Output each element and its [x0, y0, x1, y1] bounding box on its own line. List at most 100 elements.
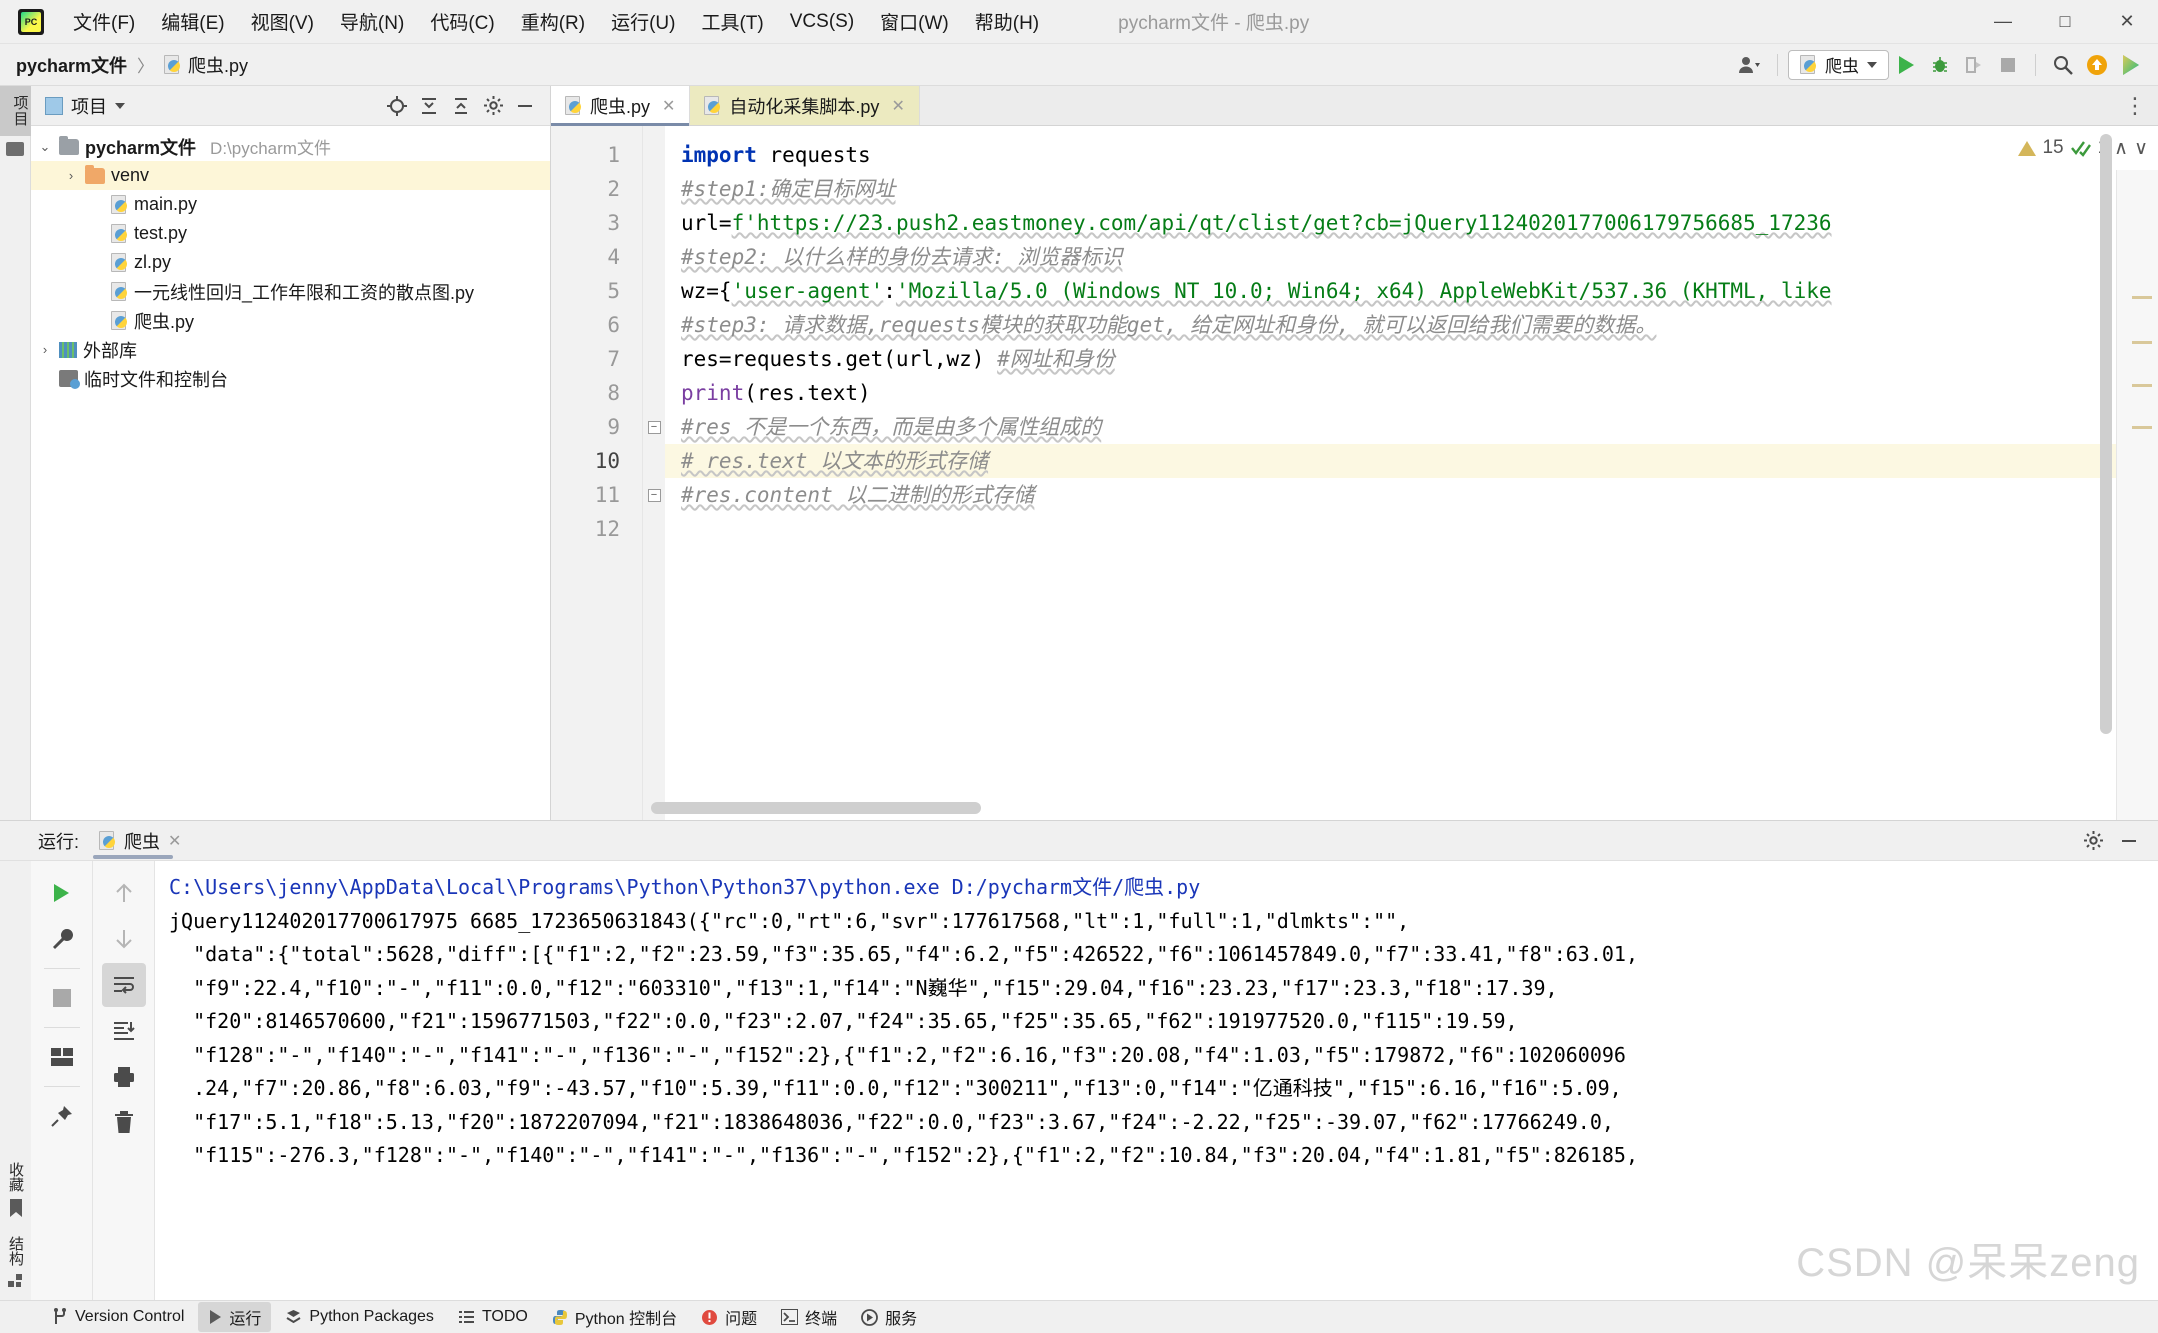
prev-problem-icon[interactable]: ∧: [2114, 137, 2128, 160]
chevron-icon[interactable]: ›: [63, 168, 79, 183]
gear-icon-run[interactable]: [2078, 826, 2108, 856]
chevron-icon[interactable]: ⌄: [37, 139, 53, 155]
status-bar-item-4[interactable]: TODO: [448, 1305, 538, 1329]
code-line[interactable]: #step2: 以什么样的身份去请求: 浏览器标识: [665, 240, 2116, 274]
run-session-tab[interactable]: 爬虫 ✕: [93, 821, 187, 861]
fold-marker-icon[interactable]: −: [647, 420, 661, 434]
menu-navigate[interactable]: 导航(N): [327, 4, 417, 39]
scroll-up-icon[interactable]: [102, 871, 146, 915]
inspection-widget[interactable]: 15 1 ∧ ∨: [2008, 126, 2158, 170]
code-line[interactable]: print(res.text): [665, 376, 2116, 410]
editor-markers-bar[interactable]: [2116, 126, 2158, 820]
breadcrumb-file[interactable]: 爬虫.py: [164, 52, 248, 78]
menu-vcs[interactable]: VCS(S): [777, 7, 867, 37]
rail-tab-structure[interactable]: 结构: [5, 1236, 26, 1266]
menu-view[interactable]: 视图(V): [238, 4, 327, 39]
account-icon[interactable]: [1733, 48, 1767, 82]
menu-file[interactable]: 文件(F): [60, 4, 148, 39]
rail-tab-project[interactable]: 项目: [0, 86, 31, 136]
run-configuration-selector[interactable]: 爬虫: [1788, 49, 1889, 80]
stop-icon-run[interactable]: [40, 976, 84, 1020]
close-button[interactable]: ✕: [2096, 0, 2158, 44]
menu-tools[interactable]: 工具(T): [688, 4, 776, 39]
menu-help[interactable]: 帮助(H): [962, 4, 1052, 39]
update-icon[interactable]: [2080, 48, 2114, 82]
debug-icon[interactable]: [1923, 48, 1957, 82]
line-number: 2: [607, 177, 620, 201]
chevron-down-icon[interactable]: [115, 102, 125, 109]
status-bar-item-2[interactable]: 运行: [198, 1302, 272, 1332]
pin-icon[interactable]: [40, 1094, 84, 1138]
menu-refactor[interactable]: 重构(R): [508, 4, 598, 39]
run-icon[interactable]: [1889, 48, 1923, 82]
editor-vertical-scrollbar[interactable]: [2100, 134, 2112, 734]
expand-all-icon[interactable]: [414, 91, 444, 121]
close-icon[interactable]: ✕: [891, 96, 904, 116]
menu-window[interactable]: 窗口(W): [867, 4, 962, 39]
rail-tab-favorites[interactable]: 收藏: [5, 1162, 26, 1192]
hide-run-panel-icon[interactable]: [2114, 826, 2144, 856]
tree-node[interactable]: › 外部库: [31, 335, 550, 364]
tree-node[interactable]: 爬虫.py: [31, 306, 550, 335]
fold-column[interactable]: − −: [643, 126, 665, 820]
minimize-button[interactable]: —: [1972, 0, 2034, 44]
layout-icon[interactable]: [40, 1035, 84, 1079]
code-line[interactable]: #step1:确定目标网址: [665, 172, 2116, 206]
tree-node[interactable]: › venv: [31, 161, 550, 190]
editor-tab-options-icon[interactable]: ⋮: [2124, 86, 2158, 125]
code-line[interactable]: #res 不是一个东西，而是由多个属性组成的: [665, 410, 2116, 444]
menu-edit[interactable]: 编辑(E): [148, 4, 237, 39]
menu-code[interactable]: 代码(C): [417, 4, 507, 39]
soft-wrap-icon[interactable]: [101, 963, 146, 1007]
scroll-to-end-icon[interactable]: [102, 1009, 146, 1053]
chevron-icon[interactable]: ›: [37, 342, 53, 357]
status-bar-item-7[interactable]: 终端: [771, 1302, 847, 1332]
menu-run[interactable]: 运行(U): [598, 4, 688, 39]
collapse-all-icon[interactable]: [446, 91, 476, 121]
search-icon[interactable]: [2046, 48, 2080, 82]
fold-marker-icon-2[interactable]: −: [647, 488, 661, 502]
status-bar-item-5[interactable]: Python 控制台: [542, 1302, 687, 1332]
rerun-icon[interactable]: [40, 871, 84, 915]
tree-node[interactable]: ⌄ pycharm文件 D:\pycharm文件: [31, 132, 550, 161]
editor-horizontal-scrollbar[interactable]: [651, 802, 981, 814]
maximize-button[interactable]: □: [2034, 0, 2096, 44]
python-file-icon: [111, 282, 128, 301]
code-lines[interactable]: import requests #step1:确定目标网址 url=f'https:…: [665, 126, 2116, 820]
status-bar-item-1[interactable]: Version Control: [42, 1305, 194, 1329]
status-bar-item-8[interactable]: 服务: [851, 1302, 927, 1332]
coverage-icon[interactable]: [1957, 48, 1991, 82]
console-output[interactable]: C:\Users\jenny\AppData\Local\Programs\Py…: [155, 861, 2158, 1300]
print-icon[interactable]: [102, 1055, 146, 1099]
code-line[interactable]: url=f'https://23.push2.eastmoney.com/api…: [665, 206, 2116, 240]
tree-node[interactable]: test.py: [31, 219, 550, 248]
tree-node[interactable]: main.py: [31, 190, 550, 219]
locate-icon[interactable]: [382, 91, 412, 121]
status-bar-item-3[interactable]: Python Packages: [275, 1305, 444, 1329]
status-bar-item-6[interactable]: 问题: [691, 1302, 767, 1332]
stop-icon[interactable]: [1991, 48, 2025, 82]
code-line[interactable]: #step3: 请求数据,requests模块的获取功能get, 给定网址和身份…: [665, 308, 2116, 342]
trash-icon[interactable]: [102, 1101, 146, 1145]
code-line[interactable]: res=requests.get(url,wz) #网址和身份: [665, 342, 2116, 376]
editor-tab[interactable]: 爬虫.py ✕: [551, 86, 691, 126]
editor-tab[interactable]: 自动化采集脚本.py ✕: [690, 86, 920, 125]
code-line[interactable]: # res.text 以文本的形式存储: [665, 444, 2116, 478]
close-icon[interactable]: ✕: [168, 831, 181, 851]
tree-node[interactable]: zl.py: [31, 248, 550, 277]
next-problem-icon[interactable]: ∨: [2134, 137, 2148, 160]
code-line[interactable]: wz={'user-agent':'Mozilla/5.0 (Windows N…: [665, 274, 2116, 308]
hide-panel-icon[interactable]: [510, 91, 540, 121]
gear-icon[interactable]: [478, 91, 508, 121]
plugin-icon[interactable]: [2114, 48, 2148, 82]
code-line[interactable]: #res.content 以二进制的形式存储: [665, 478, 2116, 512]
code-area[interactable]: 1 2 3 4 5 6 7 8 9 10 11 12 − − import requests #step…: [551, 126, 2158, 820]
code-line[interactable]: import requests: [665, 138, 2116, 172]
tree-node[interactable]: 一元线性回归_工作年限和工资的散点图.py: [31, 277, 550, 306]
tree-node[interactable]: 临时文件和控制台: [31, 364, 550, 393]
close-icon[interactable]: ✕: [662, 96, 675, 116]
breadcrumb-project[interactable]: pycharm文件: [16, 52, 127, 78]
code-line[interactable]: [665, 512, 2116, 546]
scroll-down-icon[interactable]: [102, 917, 146, 961]
settings-wrench-icon[interactable]: [40, 917, 84, 961]
